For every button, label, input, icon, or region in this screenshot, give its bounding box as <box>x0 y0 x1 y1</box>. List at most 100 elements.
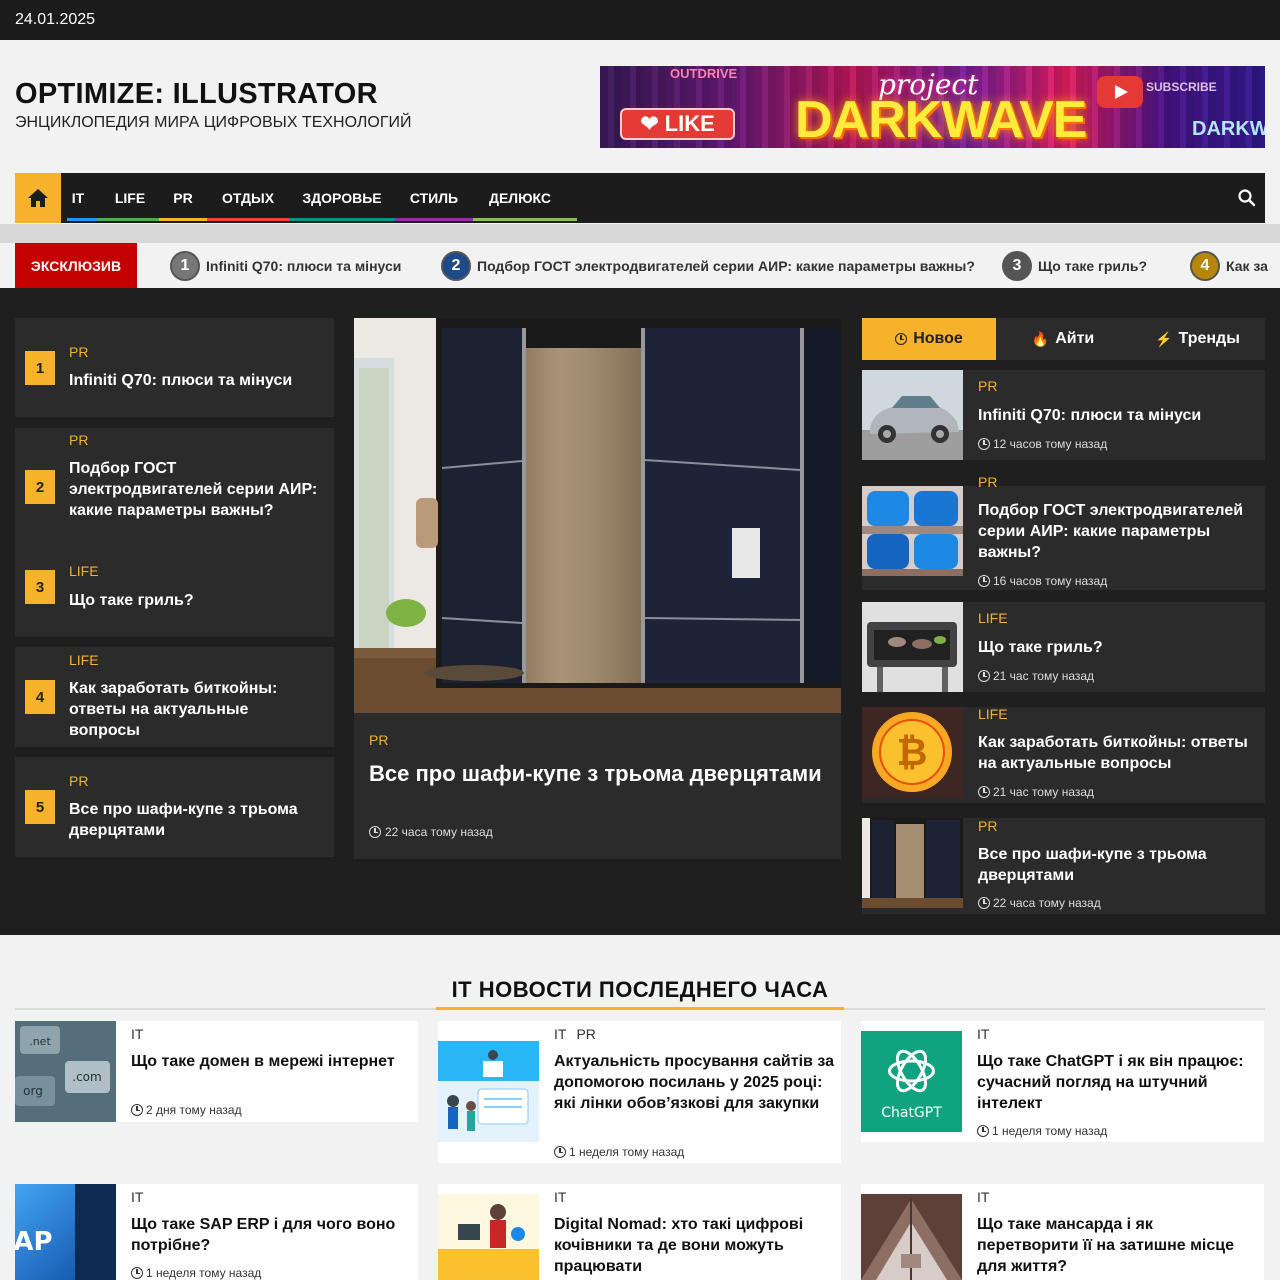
tab-it[interactable]: 🔥 Айти <box>996 318 1130 360</box>
rank-category[interactable]: PR <box>69 773 88 789</box>
heart-icon: ❤ <box>640 111 659 136</box>
nav-item-delux[interactable]: ДЕЛЮКС <box>473 173 577 223</box>
rank-title[interactable]: Как заработать биткойны: ответы на актуа… <box>69 678 319 741</box>
side-category[interactable]: PR <box>978 474 997 490</box>
sidebar-tabs: Новое 🔥 Айти ⚡ Тренды <box>862 318 1265 360</box>
svg-text:AP: AP <box>15 1227 53 1257</box>
hero-image-wardrobe[interactable] <box>354 318 841 713</box>
rank-category[interactable]: LIFE <box>69 563 99 579</box>
svg-text:₿: ₿ <box>897 730 928 774</box>
it-category[interactable]: IT <box>977 1189 999 1205</box>
side-thumb-motors[interactable] <box>862 486 963 576</box>
side-title[interactable]: Що таке гриль? <box>978 637 1258 658</box>
it-thumb-illustration[interactable] <box>438 1041 539 1142</box>
it-thumb-keyboard[interactable]: .net .com org <box>15 1021 116 1122</box>
nav-item-life[interactable]: LIFE <box>97 173 163 223</box>
it-thumb-nomad[interactable] <box>438 1194 539 1280</box>
clock-icon <box>131 1267 143 1279</box>
clock-icon <box>554 1146 566 1158</box>
ranked-card: 5 PR Все про шафи-купе з трьома дверцята… <box>15 757 334 857</box>
side-title[interactable]: Все про шафи-купе з трьома дверцятами <box>978 844 1258 886</box>
it-title[interactable]: Що таке мансарда і як перетворити її на … <box>977 1214 1257 1277</box>
side-thumb-grill[interactable] <box>862 602 963 692</box>
it-category[interactable]: IT <box>554 1189 576 1205</box>
ticker-item[interactable]: 1 Infiniti Q70: плюси та мінуси <box>170 251 401 281</box>
search-icon[interactable] <box>1237 188 1257 208</box>
nav-item-pr[interactable]: PR <box>159 173 207 223</box>
side-thumb-wardrobe[interactable] <box>862 818 963 908</box>
it-thumb-sap[interactable]: AP <box>15 1184 116 1280</box>
nav-item-zdorovie[interactable]: ЗДОРОВЬЕ <box>289 173 395 223</box>
rank-number: 1 <box>25 351 55 385</box>
home-icon <box>28 189 48 207</box>
side-category[interactable]: LIFE <box>978 610 1008 626</box>
bolt-icon: ⚡ <box>1155 330 1173 347</box>
clock-icon <box>978 575 990 587</box>
it-category[interactable]: IT <box>131 1189 153 1205</box>
it-title[interactable]: Що таке ChatGPT і як він працює: сучасни… <box>977 1051 1257 1114</box>
nav-item-it[interactable]: IT <box>67 173 103 223</box>
ranked-card: 2 PR Подбор ГОСТ электродвигателей серии… <box>15 428 334 637</box>
nav-item-otdyh[interactable]: ОТДЫХ <box>207 173 299 223</box>
side-title[interactable]: Подбор ГОСТ электродвигателей серии АИР:… <box>978 500 1258 563</box>
it-title[interactable]: Актуальність просування сайтів за допомо… <box>554 1051 834 1114</box>
rank-title[interactable]: Все про шафи-купе з трьома дверцятами <box>69 799 319 841</box>
ticker-item[interactable]: 3 Що таке гриль? <box>1002 251 1147 281</box>
it-title[interactable]: Digital Nomad: хто такі цифрові кочівник… <box>554 1214 834 1277</box>
it-thumb-attic[interactable] <box>861 1194 962 1280</box>
rank-category[interactable]: PR <box>69 432 88 448</box>
ticker-item[interactable]: 2 Подбор ГОСТ электродвигателей серии АИ… <box>441 251 975 281</box>
side-thumb-bitcoin[interactable]: ₿ <box>862 707 963 797</box>
rank-category[interactable]: LIFE <box>69 652 99 668</box>
side-category[interactable]: LIFE <box>978 706 1008 722</box>
hero-time: 22 часа тому назад <box>369 825 493 839</box>
rank-number: 2 <box>25 470 55 504</box>
side-title[interactable]: Как заработать биткойны: ответы на актуа… <box>978 732 1258 774</box>
rank-category[interactable]: PR <box>69 344 88 360</box>
rank-number: 4 <box>25 680 55 714</box>
clock-icon <box>978 786 990 798</box>
ad-banner[interactable]: OUTDRIVE ❤ LIKE project DARKWAVE SUBSCRI… <box>600 66 1265 148</box>
banner-subscribe: SUBSCRIBE <box>1146 80 1217 94</box>
hero-category[interactable]: PR <box>369 732 388 748</box>
hero-title[interactable]: Все про шафи-купе з трьома дверцятами <box>369 759 829 788</box>
rank-title[interactable]: Що таке гриль? <box>69 590 319 611</box>
it-title[interactable]: Що таке SAP ERP і для чого воно потрібне… <box>131 1214 411 1256</box>
current-date: 24.01.2025 <box>15 11 96 28</box>
it-category[interactable]: IT <box>131 1026 153 1042</box>
nav-home-button[interactable] <box>15 173 61 223</box>
it-time: 1 неделя тому назад <box>131 1266 261 1280</box>
nav-item-stil[interactable]: СТИЛЬ <box>395 173 473 223</box>
side-category[interactable]: PR <box>978 378 997 394</box>
side-post: PR Все про шафи-купе з трьома дверцятами… <box>862 818 1265 914</box>
side-thumb-car[interactable] <box>862 370 963 460</box>
clock-icon <box>369 826 381 838</box>
tab-trends[interactable]: ⚡ Тренды <box>1130 318 1265 360</box>
side-time: 21 час тому назад <box>978 669 1094 683</box>
side-time: 12 часов тому назад <box>978 437 1107 451</box>
tab-new[interactable]: Новое <box>862 318 996 360</box>
side-title[interactable]: Infiniti Q70: плюси та мінуси <box>978 405 1258 426</box>
rank-number: 3 <box>25 570 55 604</box>
it-category[interactable]: IT PR <box>554 1026 606 1042</box>
svg-text:.net: .net <box>29 1035 51 1048</box>
svg-text:.com: .com <box>72 1070 101 1084</box>
svg-text:org: org <box>23 1084 43 1098</box>
ticker-item[interactable]: 4 Как за <box>1190 251 1268 281</box>
side-time: 22 часа тому назад <box>978 896 1101 910</box>
side-category[interactable]: PR <box>978 818 997 834</box>
rank-title[interactable]: Подбор ГОСТ электродвигателей серии АИР:… <box>69 458 319 521</box>
site-title[interactable]: OPTIMIZE: ILLUSTRATOR <box>15 78 378 111</box>
fire-icon: 🔥 <box>1031 330 1050 347</box>
site-tagline: ЭНЦИКЛОПЕДИЯ МИРА ЦИФРОВЫХ ТЕХНОЛОГИЙ <box>15 114 412 131</box>
clock-icon <box>978 897 990 909</box>
main-nav: IT LIFE PR ОТДЫХ ЗДОРОВЬЕ СТИЛЬ ДЕЛЮКС <box>15 173 1265 223</box>
banner-darkwave-small: DARKWAV <box>1192 118 1265 140</box>
it-category[interactable]: IT <box>977 1026 999 1042</box>
hero-post: PR Все про шафи-купе з трьома дверцятами… <box>354 318 841 859</box>
it-thumb-chatgpt[interactable]: ChatGPT <box>861 1031 962 1132</box>
it-title[interactable]: Що таке домен в мережі інтернет <box>131 1051 411 1072</box>
clock-icon <box>977 1125 989 1137</box>
it-post: IT PR Актуальність просування сайтів за д… <box>438 1021 841 1163</box>
rank-title[interactable]: Infiniti Q70: плюси та мінуси <box>69 370 319 391</box>
